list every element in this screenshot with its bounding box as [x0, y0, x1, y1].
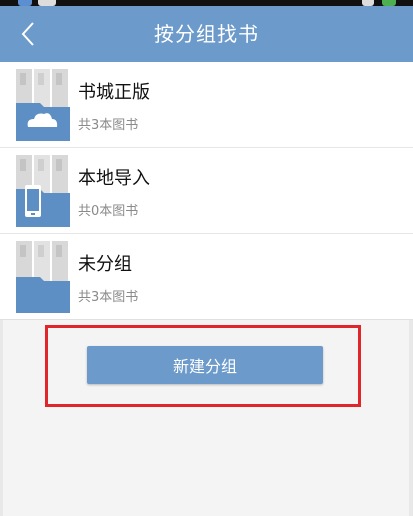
group-count: 共3本图书 — [78, 290, 139, 305]
page-title: 按分组找书 — [154, 22, 259, 46]
group-name: 本地导入 — [78, 168, 150, 189]
group-item-bookstore[interactable]: 书城正版 共3本图书 — [0, 62, 413, 148]
new-group-button[interactable]: 新建分组 — [87, 346, 323, 384]
group-item-local-import[interactable]: 本地导入 共0本图书 — [0, 148, 413, 234]
group-item-ungrouped[interactable]: 未分组 共3本图书 — [0, 234, 413, 320]
group-count: 共0本图书 — [78, 204, 139, 219]
app-header: 按分组找书 — [0, 6, 413, 62]
group-name: 未分组 — [78, 254, 132, 275]
group-count: 共3本图书 — [78, 118, 139, 133]
phone-folder-icon — [16, 155, 70, 227]
folder-icon — [16, 241, 70, 313]
group-name: 书城正版 — [78, 82, 150, 103]
cloud-folder-icon — [16, 69, 70, 141]
group-list: 书城正版 共3本图书 本地导入 共0本图书 未分组 共3本图书 — [0, 62, 413, 320]
